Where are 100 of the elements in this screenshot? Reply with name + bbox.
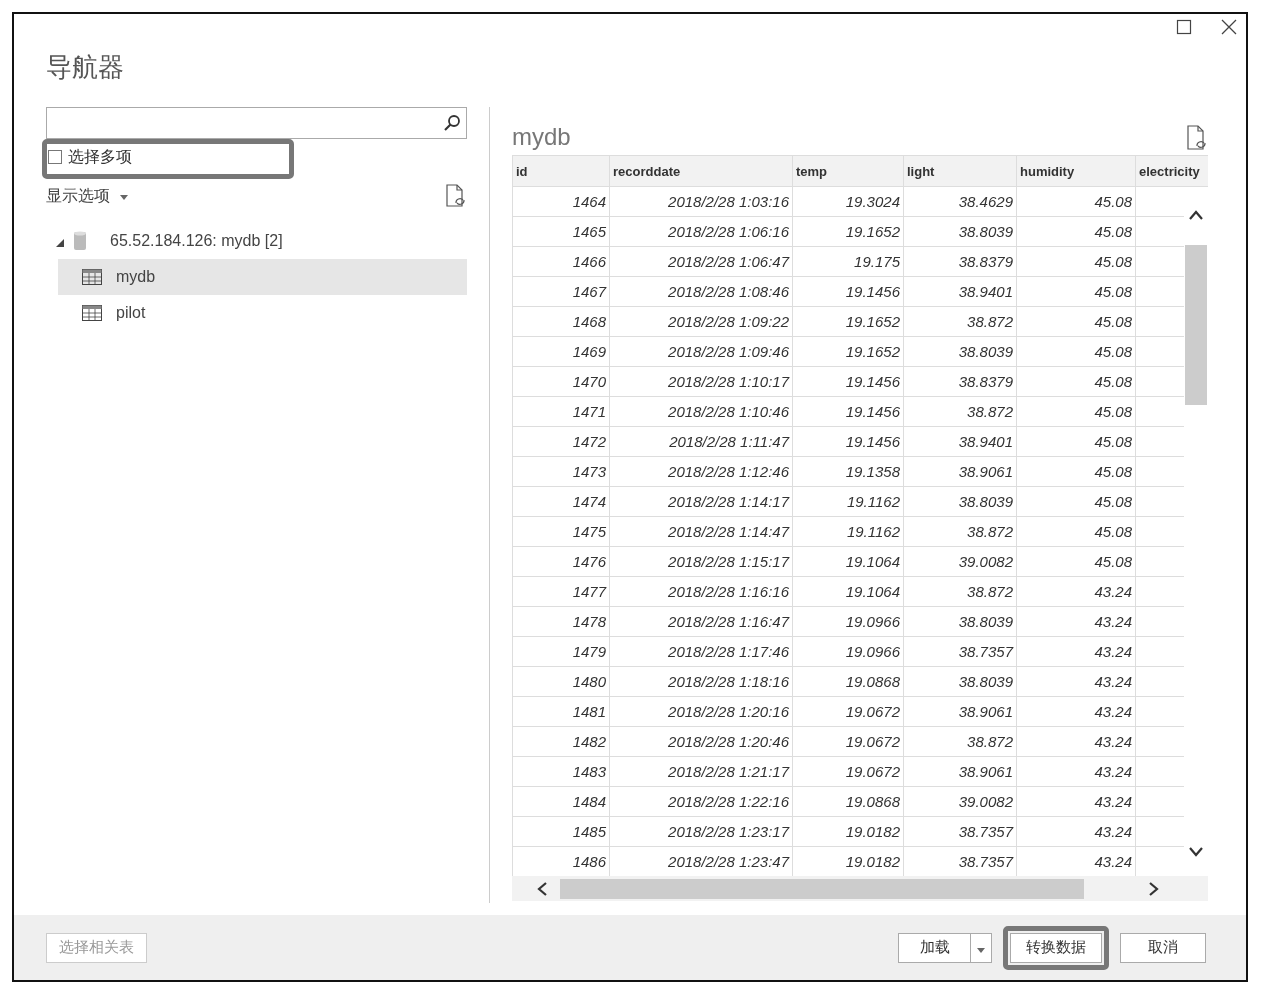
table-cell: 2018/2/28 1:22:16 — [609, 786, 793, 817]
table-cell: 2018/2/28 1:06:47 — [609, 246, 793, 277]
refresh-document-icon[interactable] — [1186, 125, 1208, 151]
column-header[interactable]: recorddate — [609, 155, 793, 187]
table-cell: 19.1652 — [792, 306, 904, 337]
table-cell: 1474 — [512, 486, 610, 517]
maximize-icon[interactable] — [1176, 19, 1192, 35]
table-cell: 1466 — [512, 246, 610, 277]
table-cell: 45.08 — [1016, 336, 1136, 367]
table-cell: 19.1456 — [792, 396, 904, 427]
table-cell: 45.08 — [1016, 546, 1136, 577]
table-cell: 38.7357 — [903, 816, 1017, 847]
caret-icon[interactable] — [977, 948, 985, 953]
scrollbar-thumb[interactable] — [560, 878, 1084, 899]
table-cell: 43.24 — [1016, 606, 1136, 637]
table-cell: 1471 — [512, 396, 610, 427]
table-cell: 2018/2/28 1:09:46 — [609, 336, 793, 367]
table-cell: 19.1456 — [792, 426, 904, 457]
tree-item[interactable]: pilot — [58, 295, 467, 331]
scroll-down-icon[interactable] — [1188, 846, 1204, 858]
table-cell: 2018/2/28 1:03:16 — [609, 186, 793, 217]
table-cell: 45.08 — [1016, 306, 1136, 337]
scrollbar-thumb[interactable] — [1185, 245, 1207, 405]
table-cell: 1465 — [512, 216, 610, 247]
table-cell: 2018/2/28 1:14:17 — [609, 486, 793, 517]
table-cell: 38.4629 — [903, 186, 1017, 217]
table-cell: 1467 — [512, 276, 610, 307]
search-field[interactable] — [46, 107, 467, 139]
table-cell: 19.0672 — [792, 696, 904, 727]
table-cell: 38.872 — [903, 306, 1017, 337]
checkbox[interactable] — [48, 150, 62, 164]
table-cell: 2018/2/28 1:08:46 — [609, 276, 793, 307]
dialog-button[interactable]: 转换数据 — [1010, 932, 1102, 963]
table-cell: 43.24 — [1016, 756, 1136, 787]
table-cell: 38.872 — [903, 576, 1017, 607]
dropdown-button[interactable] — [970, 932, 992, 963]
table-cell: 45.08 — [1016, 276, 1136, 307]
table-cell: 2018/2/28 1:10:17 — [609, 366, 793, 397]
table-cell: 1478 — [512, 606, 610, 637]
table-cell: 38.9401 — [903, 276, 1017, 307]
table-cell: 45.08 — [1016, 456, 1136, 487]
table-cell: 19.1358 — [792, 456, 904, 487]
load-button[interactable]: 加载 — [898, 932, 970, 963]
table-cell: 39.0082 — [903, 546, 1017, 577]
close-icon[interactable] — [1220, 18, 1238, 36]
column-header[interactable]: humidity — [1016, 155, 1136, 187]
scroll-right-icon[interactable] — [1148, 880, 1160, 897]
scroll-left-icon[interactable] — [536, 880, 548, 897]
table-cell: 38.9061 — [903, 756, 1017, 787]
table-cell: 1477 — [512, 576, 610, 607]
column-header[interactable]: temp — [792, 155, 904, 187]
table-cell: 19.3024 — [792, 186, 904, 217]
table-cell: 45.08 — [1016, 216, 1136, 247]
table-cell: 1473 — [512, 456, 610, 487]
table-cell: 2018/2/28 1:23:17 — [609, 816, 793, 847]
table-cell: 19.175 — [792, 246, 904, 277]
table-cell: 19.1064 — [792, 576, 904, 607]
caret-icon[interactable] — [120, 194, 128, 200]
table-cell: 38.9401 — [903, 426, 1017, 457]
table-cell: 43.24 — [1016, 636, 1136, 667]
horizontal-scrollbar[interactable] — [512, 876, 1208, 901]
table-cell: 19.1162 — [792, 516, 904, 547]
table-cell: 1468 — [512, 306, 610, 337]
table-cell: 1480 — [512, 666, 610, 697]
table-cell: 38.872 — [903, 396, 1017, 427]
table-cell: 19.0868 — [792, 786, 904, 817]
table-cell: 45.08 — [1016, 186, 1136, 217]
table-cell: 2018/2/28 1:20:16 — [609, 696, 793, 727]
table-cell: 43.24 — [1016, 576, 1136, 607]
column-header[interactable]: light — [903, 155, 1017, 187]
table-cell: 2018/2/28 1:11:47 — [609, 426, 793, 457]
table-cell: 1469 — [512, 336, 610, 367]
table-cell: 19.1456 — [792, 276, 904, 307]
table-cell: 38.8039 — [903, 336, 1017, 367]
table-cell: 38.8039 — [903, 486, 1017, 517]
table-cell: 43.24 — [1016, 816, 1136, 847]
table-cell: 38.9061 — [903, 696, 1017, 727]
table-cell: 1470 — [512, 366, 610, 397]
table-cell: 2018/2/28 1:14:47 — [609, 516, 793, 547]
display-options-dropdown[interactable]: 显示选项 — [46, 185, 128, 207]
table-cell: 2018/2/28 1:21:17 — [609, 756, 793, 787]
expanded-arrow-icon[interactable] — [56, 239, 64, 247]
column-header[interactable]: electricity — [1135, 155, 1208, 187]
table-cell: 1475 — [512, 516, 610, 547]
table-cell: 38.8039 — [903, 216, 1017, 247]
table-cell: 2018/2/28 1:16:47 — [609, 606, 793, 637]
table-cell: 45.08 — [1016, 396, 1136, 427]
database-icon — [74, 231, 86, 251]
checkbox-label[interactable]: 选择多项 — [68, 146, 132, 168]
column-header[interactable]: id — [512, 155, 610, 187]
table-cell: 1483 — [512, 756, 610, 787]
dialog-button[interactable]: 取消 — [1120, 932, 1206, 963]
refresh-document-icon[interactable] — [445, 184, 467, 208]
scroll-up-icon[interactable] — [1188, 209, 1204, 221]
window-title: 导航器 — [46, 51, 125, 84]
table-icon — [82, 305, 102, 321]
table-cell: 19.1652 — [792, 336, 904, 367]
tree-item[interactable]: 65.52.184.126: mydb [2] — [46, 223, 467, 259]
table-cell: 2018/2/28 1:17:46 — [609, 636, 793, 667]
tree-item[interactable]: mydb — [58, 259, 467, 295]
